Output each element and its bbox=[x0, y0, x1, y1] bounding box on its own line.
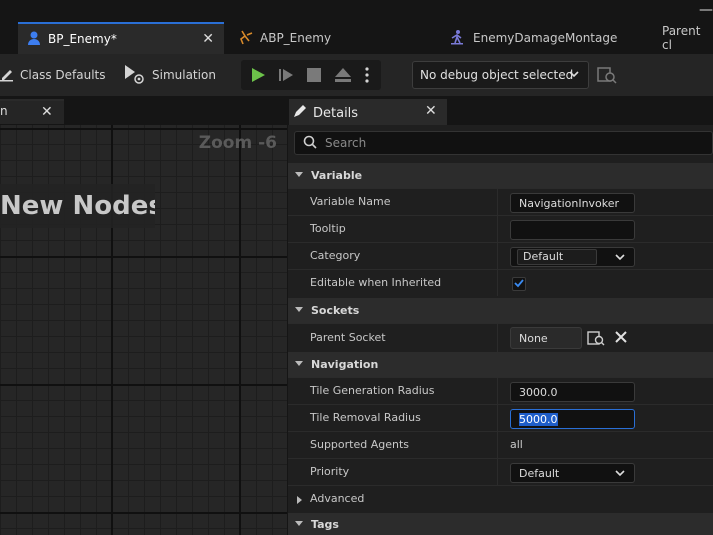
field-value-selected: 5000.0 bbox=[519, 412, 558, 426]
close-icon[interactable]: ✕ bbox=[202, 31, 214, 47]
details-tab-label: Details bbox=[313, 105, 359, 121]
section-navigation[interactable]: Navigation bbox=[288, 352, 713, 377]
row-advanced[interactable]: Advanced bbox=[288, 485, 713, 513]
tile-removal-radius-field[interactable]: 5000.0 bbox=[510, 409, 635, 429]
category-dropdown[interactable]: Default bbox=[510, 247, 635, 267]
checkmark-icon bbox=[514, 277, 524, 291]
row-editable-when-inherited: Editable when Inherited bbox=[288, 269, 713, 296]
zoom-label: Zoom -6 bbox=[198, 133, 277, 153]
socket-browse-icon[interactable] bbox=[587, 330, 605, 349]
section-sockets[interactable]: Sockets bbox=[288, 298, 713, 323]
row-label: Supported Agents bbox=[310, 438, 410, 451]
row-label: Editable when Inherited bbox=[310, 276, 442, 289]
section-title: Navigation bbox=[311, 358, 379, 371]
row-label: Priority bbox=[310, 465, 350, 478]
close-icon[interactable]: ✕ bbox=[425, 103, 437, 119]
close-icon[interactable]: ✕ bbox=[41, 104, 53, 120]
variable-name-field[interactable]: NavigationInvoker bbox=[510, 193, 635, 213]
search-placeholder: Search bbox=[325, 136, 367, 150]
tooltip-field[interactable] bbox=[510, 220, 635, 240]
title-bar bbox=[0, 0, 713, 22]
play-button[interactable] bbox=[244, 60, 272, 90]
chevron-right-icon bbox=[294, 494, 304, 508]
row-label: Tooltip bbox=[310, 222, 346, 235]
graph-canvas[interactable]: Zoom -6 New Nodes. bbox=[0, 125, 287, 535]
tab-label: BP_Enemy* bbox=[48, 32, 117, 46]
row-supported-agents: Supported Agents all bbox=[288, 431, 713, 458]
category-value: Default bbox=[517, 249, 597, 265]
section-tags[interactable]: Tags bbox=[288, 513, 713, 535]
graph-panel-tab[interactable]: n ✕ bbox=[0, 99, 64, 124]
section-title: Variable bbox=[311, 169, 363, 182]
row-priority: Priority Default bbox=[288, 458, 713, 485]
class-defaults-label: Class Defaults bbox=[20, 68, 106, 82]
chevron-down-icon bbox=[568, 68, 580, 83]
search-icon bbox=[303, 135, 317, 152]
row-category: Category Default bbox=[288, 242, 713, 269]
eject-button[interactable] bbox=[329, 60, 357, 90]
row-tile-generation-radius: Tile Generation Radius 3000.0 bbox=[288, 377, 713, 404]
section-variable[interactable]: Variable bbox=[288, 163, 713, 188]
tab-bp-enemy[interactable]: BP_Enemy* ✕ bbox=[18, 22, 224, 54]
section-title: Sockets bbox=[311, 304, 360, 317]
tab-label-fragment: n bbox=[0, 104, 8, 118]
tab-parent-class[interactable]: Parent cl bbox=[662, 22, 713, 54]
simulation-icon bbox=[124, 64, 146, 87]
edit-icon bbox=[0, 66, 14, 85]
debug-object-select[interactable]: No debug object selected bbox=[412, 61, 589, 89]
montage-icon bbox=[449, 29, 465, 48]
chevron-down-icon bbox=[614, 251, 626, 266]
play-controls bbox=[241, 60, 381, 90]
tab-bar: BP_Enemy* ✕ ABP_Enemy EnemyDamageMontage… bbox=[0, 22, 713, 54]
tab-abp-enemy[interactable]: ABP_Enemy bbox=[238, 22, 331, 54]
row-parent-socket: Parent Socket None bbox=[288, 323, 713, 352]
chevron-down-icon bbox=[294, 518, 304, 531]
parent-socket-field[interactable]: None bbox=[510, 327, 582, 349]
details-tab[interactable]: Details bbox=[289, 99, 447, 125]
tile-generation-radius-field[interactable]: 3000.0 bbox=[510, 382, 635, 402]
chevron-down-icon bbox=[294, 169, 304, 182]
row-label: Tile Generation Radius bbox=[310, 384, 435, 397]
search-input[interactable]: Search bbox=[294, 131, 713, 155]
chevron-down-icon bbox=[294, 304, 304, 317]
comment-node[interactable]: New Nodes. bbox=[0, 184, 155, 228]
editable-when-inherited-checkbox[interactable] bbox=[512, 277, 526, 291]
chevron-down-icon bbox=[294, 358, 304, 371]
minimize-icon[interactable]: — bbox=[699, 2, 713, 18]
tab-label: EnemyDamageMontage bbox=[473, 31, 618, 45]
tab-label: ABP_Enemy bbox=[260, 31, 332, 45]
tab-enemy-damage-montage[interactable]: EnemyDamageMontage bbox=[449, 22, 617, 54]
blueprint-actor-icon bbox=[26, 30, 42, 49]
stop-button[interactable] bbox=[300, 60, 328, 90]
debug-object-value: No debug object selected bbox=[420, 68, 574, 82]
row-tooltip: Tooltip bbox=[288, 215, 713, 242]
field-value: NavigationInvoker bbox=[519, 196, 620, 210]
row-tile-removal-radius: Tile Removal Radius 5000.0 bbox=[288, 404, 713, 431]
field-value: None bbox=[519, 331, 548, 345]
row-label: Variable Name bbox=[310, 195, 391, 208]
find-debug-object-icon[interactable] bbox=[597, 66, 617, 87]
more-options-icon[interactable] bbox=[357, 60, 377, 90]
clear-icon[interactable] bbox=[614, 330, 628, 347]
priority-dropdown[interactable]: Default bbox=[510, 463, 635, 483]
field-value: 3000.0 bbox=[519, 385, 558, 399]
row-label: Category bbox=[310, 249, 361, 262]
section-title: Tags bbox=[311, 517, 339, 531]
simulation-button[interactable]: Simulation bbox=[124, 54, 216, 96]
pencil-icon bbox=[293, 104, 307, 122]
chevron-down-icon bbox=[614, 467, 626, 482]
simulation-label: Simulation bbox=[152, 68, 216, 82]
tab-label: Parent cl bbox=[662, 24, 701, 52]
row-label: Parent Socket bbox=[310, 331, 386, 344]
advanced-label: Advanced bbox=[310, 492, 365, 505]
class-defaults-button[interactable]: Class Defaults bbox=[0, 54, 105, 96]
supported-agents-value: all bbox=[510, 438, 523, 451]
row-variable-name: Variable Name NavigationInvoker bbox=[288, 188, 713, 215]
row-label: Tile Removal Radius bbox=[310, 411, 421, 424]
step-button[interactable] bbox=[272, 60, 300, 90]
field-value: Default bbox=[519, 466, 560, 480]
animation-blueprint-icon bbox=[238, 29, 254, 48]
